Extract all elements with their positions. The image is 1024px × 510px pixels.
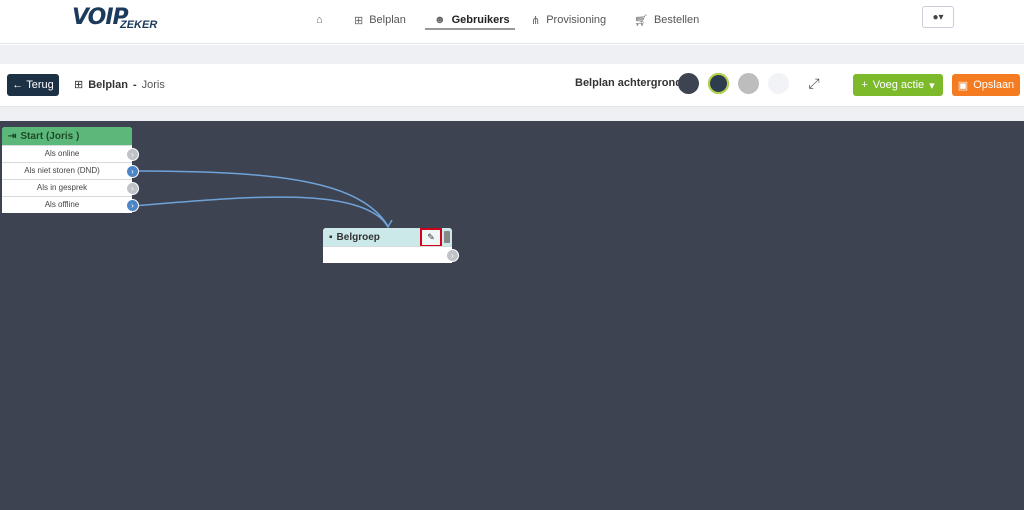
nav-label: Belplan [369,14,406,26]
output-port-connected[interactable]: › [126,199,139,212]
swatch-grey[interactable] [738,73,759,94]
nav-belplan[interactable]: ⊞ Belplan [354,10,406,30]
add-label: Voeg actie [872,79,925,91]
spacer [0,45,1024,64]
network-icon: ⋔ [531,14,541,27]
output-port[interactable]: › [126,148,139,161]
belgroep-node[interactable]: ▪ Belgroep ✎ › [323,228,459,263]
save-icon: ▣ [957,79,969,92]
cart-icon: 🛒︎ [634,14,648,27]
users-icon: ☻ [434,14,446,26]
breadcrumb-title: Belplan [88,78,128,91]
swatch-dark-slate[interactable] [678,73,699,94]
start-node-title: Start (Joris ) [20,130,80,142]
edit-node-button[interactable]: ✎ [420,228,442,247]
nav-home[interactable]: ⌂ [316,10,323,30]
user-icon: ●▾ [932,11,944,23]
output-port[interactable]: › [126,182,139,195]
top-navbar: VOIP ZEKER ⌂ ⊞ Belplan ☻ Gebruikers ⋔ Pr… [0,0,1024,44]
swatch-white[interactable] [768,73,789,94]
add-action-button[interactable]: + Voeg actie ▾ [853,74,943,96]
belgroep-title: Belgroep [336,231,380,243]
active-nav-indicator [425,28,515,30]
voipzeker-logo[interactable]: VOIP ZEKER [72,5,162,33]
connection-wires [132,170,393,229]
breadcrumb-sub: Joris [141,78,165,91]
nav-provisioning[interactable]: ⋔ Provisioning [531,10,606,30]
start-node-header[interactable]: ⇥ Start (Joris ) [2,127,132,145]
nav-label: Gebruikers [451,14,510,26]
save-button[interactable]: ▣ Opslaan [952,74,1020,96]
start-row: Als in gesprek › [2,179,139,196]
breadcrumb: ⊞ Belplan - Joris [74,78,165,92]
home-icon: ⌂ [316,14,323,26]
sitemap-icon: ⊞ [354,14,364,27]
edit-icon: ✎ [427,232,435,242]
output-port-connected[interactable]: › [126,165,139,178]
nav-label: Provisioning [546,14,607,26]
start-row: Als offline › [2,196,139,213]
swatch-navy-selected[interactable] [708,73,729,94]
sitemap-icon: ⊞ [74,79,84,91]
logo-sub: ZEKER [120,19,158,31]
nav-label: Bestellen [653,14,700,26]
row-label: Als online [44,149,80,158]
sign-in-icon: ⇥ [8,130,17,142]
background-label: Belplan achtergrond [575,77,682,89]
node-menu-handle[interactable] [444,231,450,243]
output-port[interactable]: › [446,249,459,262]
plus-icon: + [861,79,868,91]
caret-down-icon: ▾ [929,79,935,92]
arrow-left-icon: ← [12,79,24,91]
fullscreen-icon[interactable]: ⤢ [806,75,822,91]
start-node[interactable]: ⇥ Start (Joris ) Als online › Als niet s… [2,127,139,213]
breadcrumb-separator: - [132,78,137,91]
nav-gebruikers[interactable]: ☻ Gebruikers [434,10,510,30]
nav-bestellen[interactable]: 🛒︎ Bestellen [634,10,699,30]
back-label: Terug [26,79,54,91]
flow-canvas[interactable]: ⇥ Start (Joris ) Als online › Als niet s… [0,121,1024,510]
start-row: Als online › [2,145,139,162]
spacer [0,107,1024,121]
save-label: Opslaan [973,79,1015,91]
row-label: Als in gesprek [36,183,88,192]
start-row: Als niet storen (DND) › [2,162,139,179]
user-menu-button[interactable]: ●▾ [922,6,954,28]
row-label: Als niet storen (DND) [24,166,100,175]
back-button[interactable]: ← Terug [7,74,59,96]
belgroep-node-body: › [323,246,459,263]
node-type-icon: ▪ [329,231,333,243]
row-label: Als offline [44,200,80,209]
belplan-toolbar: ← Terug ⊞ Belplan - Joris Belplan achter… [0,64,1024,107]
